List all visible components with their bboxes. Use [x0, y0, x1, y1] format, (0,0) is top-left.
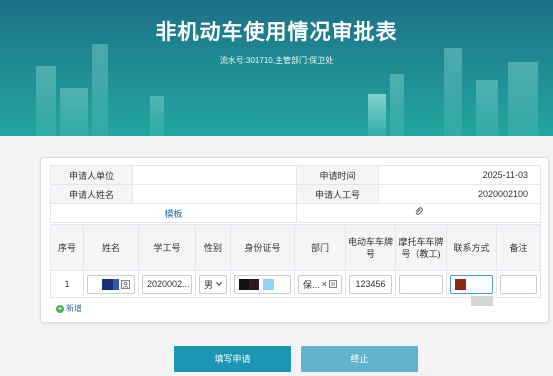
- ebike-plate-input[interactable]: 123456: [349, 274, 392, 294]
- col-header-contact: 联系方式: [446, 224, 497, 271]
- header-banner: 非机动车使用情况审批表 流水号:301710,主管部门:保卫处: [0, 0, 553, 136]
- col-header-index: 序号: [50, 224, 84, 271]
- gender-value: 男: [204, 279, 214, 290]
- row-index: 1: [50, 270, 84, 298]
- applicant-name-label: 申请人姓名: [50, 184, 133, 204]
- apply-time-label: 申请时间: [296, 165, 379, 185]
- id-number-input[interactable]: [234, 274, 291, 294]
- col-header-name: 姓名: [83, 224, 139, 271]
- building-decoration: [508, 62, 538, 136]
- department-value: 保...: [303, 279, 320, 290]
- building-decoration: [476, 80, 498, 136]
- gender-cell: 男: [195, 270, 231, 298]
- contact-input[interactable]: [450, 274, 493, 294]
- gender-select[interactable]: 男: [199, 274, 227, 294]
- building-decoration: [60, 88, 88, 136]
- clear-icon[interactable]: ×: [322, 279, 327, 289]
- col-header-moto-plate: 摩托车车牌号（教工): [395, 224, 447, 271]
- template-link-cell[interactable]: 模板: [50, 203, 297, 223]
- moto-plate-cell: [395, 270, 447, 298]
- add-row-label: 新增: [66, 304, 82, 313]
- chevron-down-icon[interactable]: [216, 282, 222, 286]
- redacted-block: [263, 278, 274, 290]
- add-row-button[interactable]: + 新增: [56, 303, 82, 314]
- student-id-cell: 2020002...: [138, 270, 196, 298]
- col-header-id-number: 身份证号: [230, 224, 295, 271]
- redacted-block: [239, 278, 249, 290]
- moto-plate-input[interactable]: [399, 274, 443, 294]
- redacted-block: [455, 278, 466, 290]
- building-decoration: [368, 94, 386, 136]
- building-decoration: [150, 96, 164, 136]
- page-title: 非机动车使用情况审批表: [155, 21, 398, 44]
- plus-icon: +: [56, 303, 64, 313]
- contact-cell: [446, 270, 497, 306]
- list-picker-icon[interactable]: [329, 280, 337, 288]
- applicant-unit-label: 申请人单位: [50, 165, 133, 185]
- department-input[interactable]: 保... ×: [298, 274, 342, 294]
- col-header-department: 部门: [294, 224, 346, 271]
- user-picker-icon[interactable]: [121, 279, 130, 289]
- applicant-unit-value: [132, 165, 297, 185]
- submit-application-button[interactable]: 填写申请: [174, 346, 291, 372]
- attachment-cell[interactable]: [296, 203, 541, 223]
- col-header-ebike-plate: 电动车车牌号: [345, 224, 396, 271]
- remark-input[interactable]: [500, 274, 537, 294]
- table-row: 1 2020002... 男 保... × 123456: [50, 270, 541, 306]
- applicant-id-label: 申请人工号: [296, 184, 379, 204]
- template-link[interactable]: 模板: [164, 209, 182, 219]
- col-header-gender: 性别: [195, 224, 231, 271]
- form-card: 申请人单位 申请时间 2025-11-03 申请人姓名 申请人工号 202000…: [40, 157, 549, 323]
- name-input[interactable]: [87, 274, 135, 294]
- vehicle-items-table: 序号 姓名 学工号 性别 身份证号 部门 电动车车牌号 摩托车车牌号（教工) 联…: [50, 224, 541, 306]
- paperclip-icon[interactable]: [414, 207, 424, 219]
- student-id-input[interactable]: 2020002...: [142, 274, 192, 294]
- redacted-block: [249, 278, 259, 290]
- applicant-id-value: 2020002100: [378, 184, 541, 204]
- col-header-student-id: 学工号: [138, 224, 196, 271]
- apply-time-value: 2025-11-03: [378, 165, 541, 185]
- applicant-info-table: 申请人单位 申请时间 2025-11-03 申请人姓名 申请人工号 202000…: [50, 165, 541, 223]
- redacted-block: [102, 278, 113, 290]
- serial-subtitle: 流水号:301710,主管部门:保卫处: [219, 56, 334, 65]
- applicant-name-value: [132, 184, 297, 204]
- col-header-remark: 备注: [496, 224, 541, 271]
- redacted-block: [471, 296, 493, 306]
- terminate-button[interactable]: 终止: [301, 346, 418, 372]
- building-decoration: [390, 74, 404, 136]
- name-cell: [83, 270, 139, 298]
- id-number-cell: [230, 270, 295, 298]
- ebike-plate-cell: 123456: [345, 270, 396, 298]
- department-cell: 保... ×: [294, 270, 346, 298]
- building-decoration: [36, 66, 56, 136]
- remark-cell: [496, 270, 541, 298]
- redacted-block: [112, 278, 119, 290]
